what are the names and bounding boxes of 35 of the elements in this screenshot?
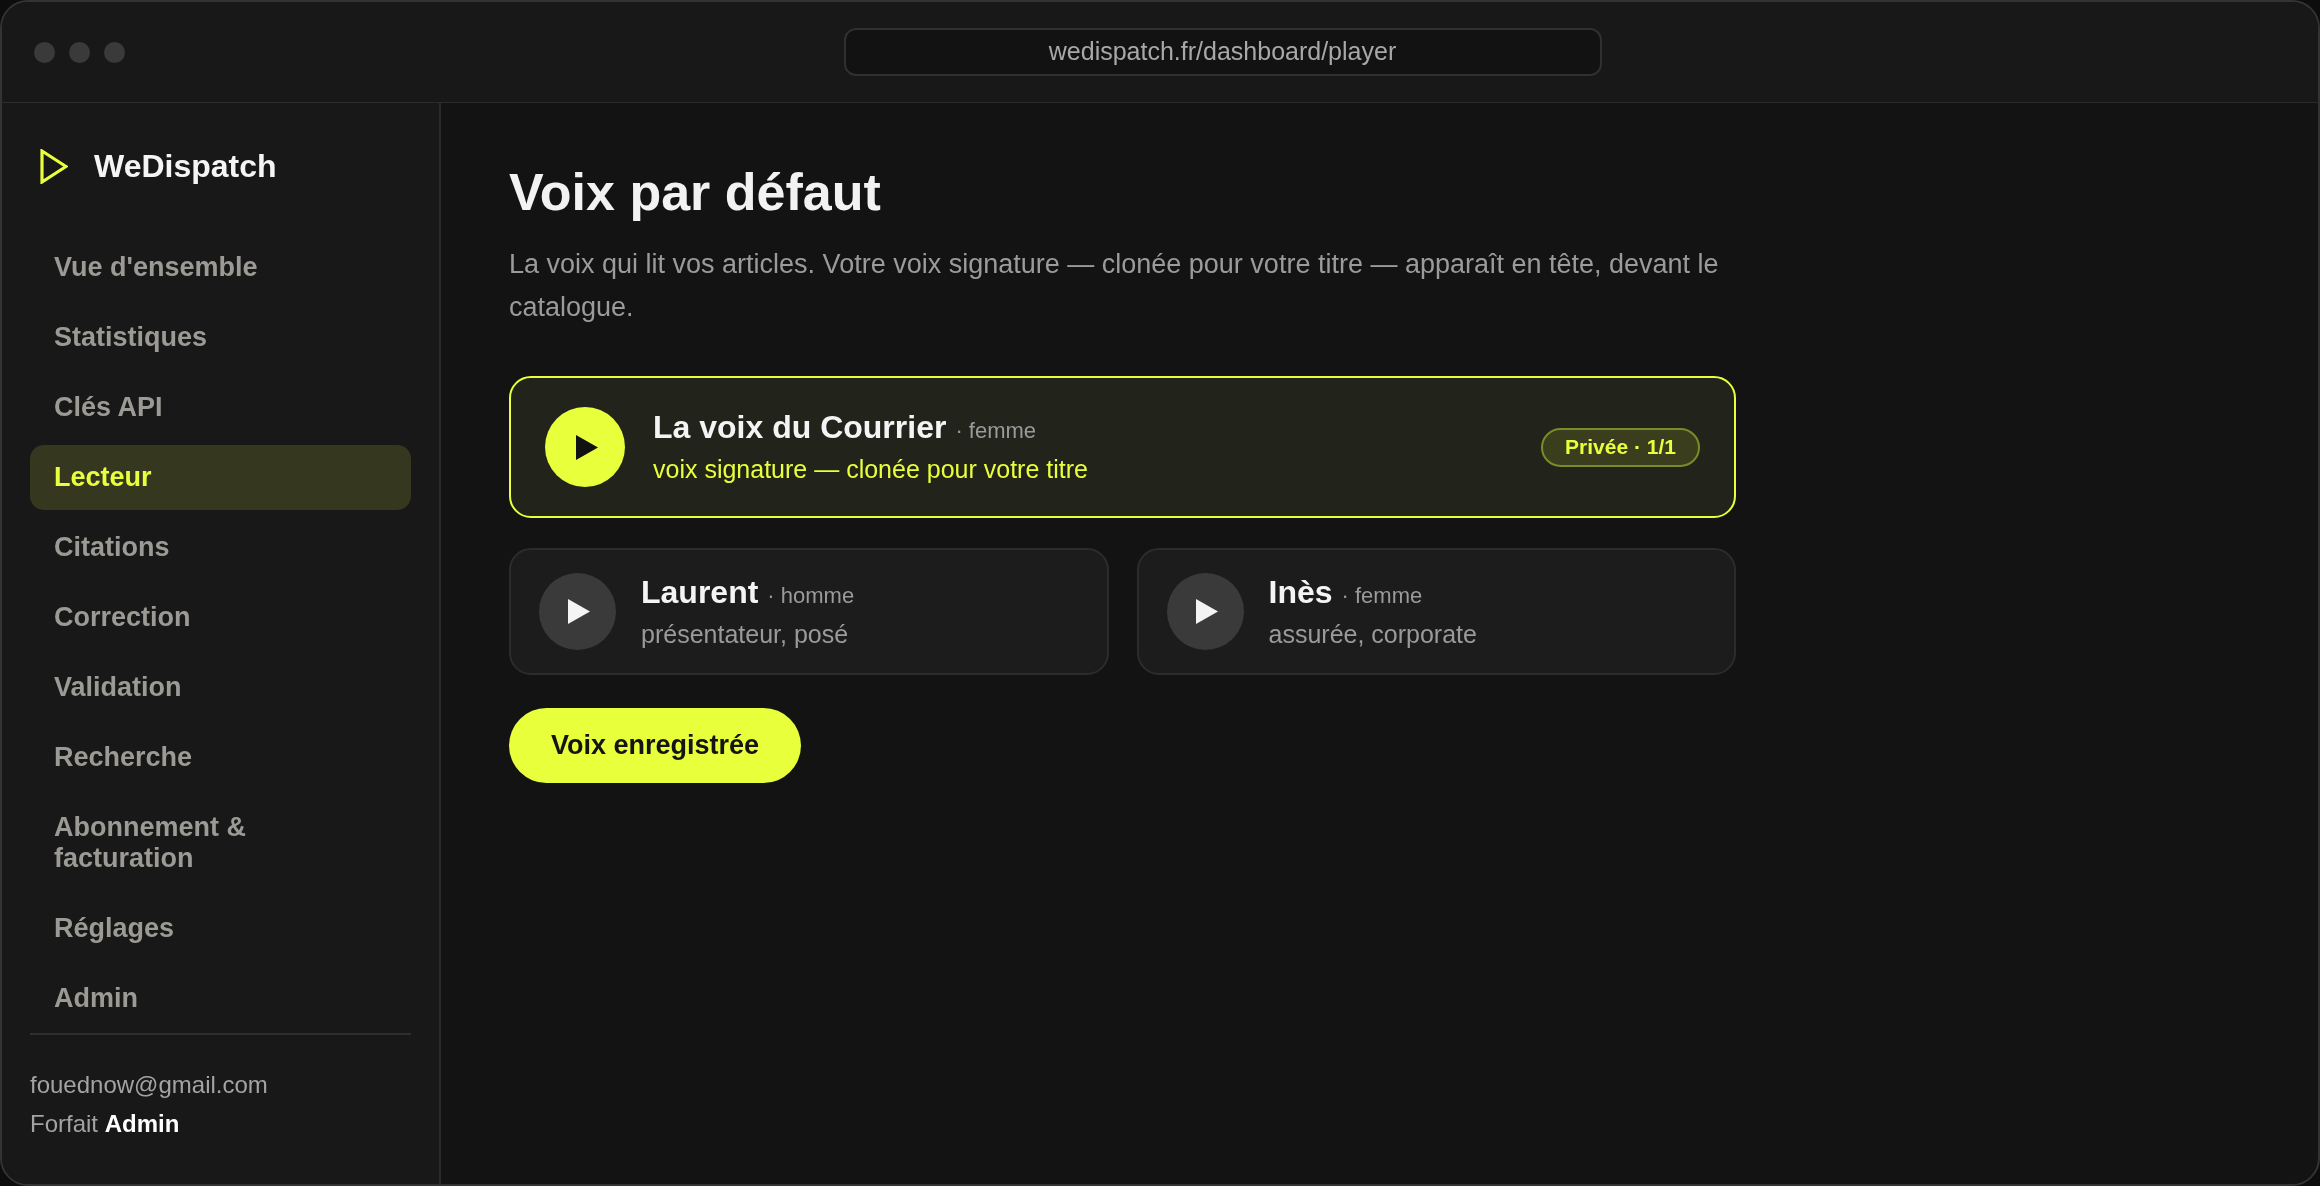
sidebar-item[interactable]: Recherche: [30, 725, 411, 790]
account-email: fouednow@gmail.com: [30, 1070, 268, 1100]
voice-card[interactable]: La voix du Courrier · femme voix signature — clonée pour votre titre Privée · 1/1: [509, 376, 1736, 518]
address-bar[interactable]: wedispatch.fr/dashboard/player: [843, 28, 1602, 76]
sidebar-item[interactable]: Réglages: [30, 896, 411, 961]
voice-gender: · homme: [767, 581, 855, 610]
voice-description: voix signature — clonée pour votre titre: [653, 454, 1088, 485]
voice-card[interactable]: Inès · femme assurée, corporate: [1136, 548, 1736, 675]
sidebar-item[interactable]: Statistiques: [30, 305, 411, 370]
voice-description: présentateur, posé: [641, 618, 850, 650]
sidebar-item[interactable]: Citations: [30, 515, 411, 580]
sidebar-item[interactable]: Clés API: [30, 375, 411, 440]
sidebar-item[interactable]: Abonnement & facturation: [30, 795, 411, 891]
plan-label: Forfait Admin: [30, 1109, 180, 1139]
brand-name: WeDispatch: [94, 147, 277, 186]
play-icon: [1195, 599, 1218, 624]
voice-gender: · femme: [955, 417, 1037, 445]
sidebar-item[interactable]: Admin: [30, 966, 411, 1031]
sidebar-item[interactable]: Lecteur: [30, 445, 411, 510]
page-title: Voix par défaut: [509, 162, 881, 223]
sidebar-item[interactable]: Vue d'ensemble: [30, 235, 411, 300]
page-description: La voix qui lit vos articles. Votre voix signature — clonée pour votre titre — apparaît en tête, devant le catalogue.: [509, 248, 1720, 324]
sidebar-item[interactable]: Correction: [30, 585, 411, 650]
private-badge: Privée · 1/1: [1541, 427, 1700, 467]
voice-gender: · femme: [1341, 581, 1423, 610]
play-logo-icon: [40, 148, 68, 184]
play-icon: [575, 434, 598, 460]
play-icon: [568, 599, 590, 624]
voice-name: La voix du Courrier: [653, 408, 947, 447]
sidebar-item[interactable]: Validation: [30, 655, 411, 720]
voice-name: Inès: [1268, 572, 1333, 612]
voice-card[interactable]: Laurent · homme présentateur, posé: [509, 548, 1109, 675]
voice-name: Laurent: [641, 572, 759, 612]
voice-description: assurée, corporate: [1268, 618, 1477, 650]
save-voice-button[interactable]: Voix enregistrée: [509, 708, 802, 783]
